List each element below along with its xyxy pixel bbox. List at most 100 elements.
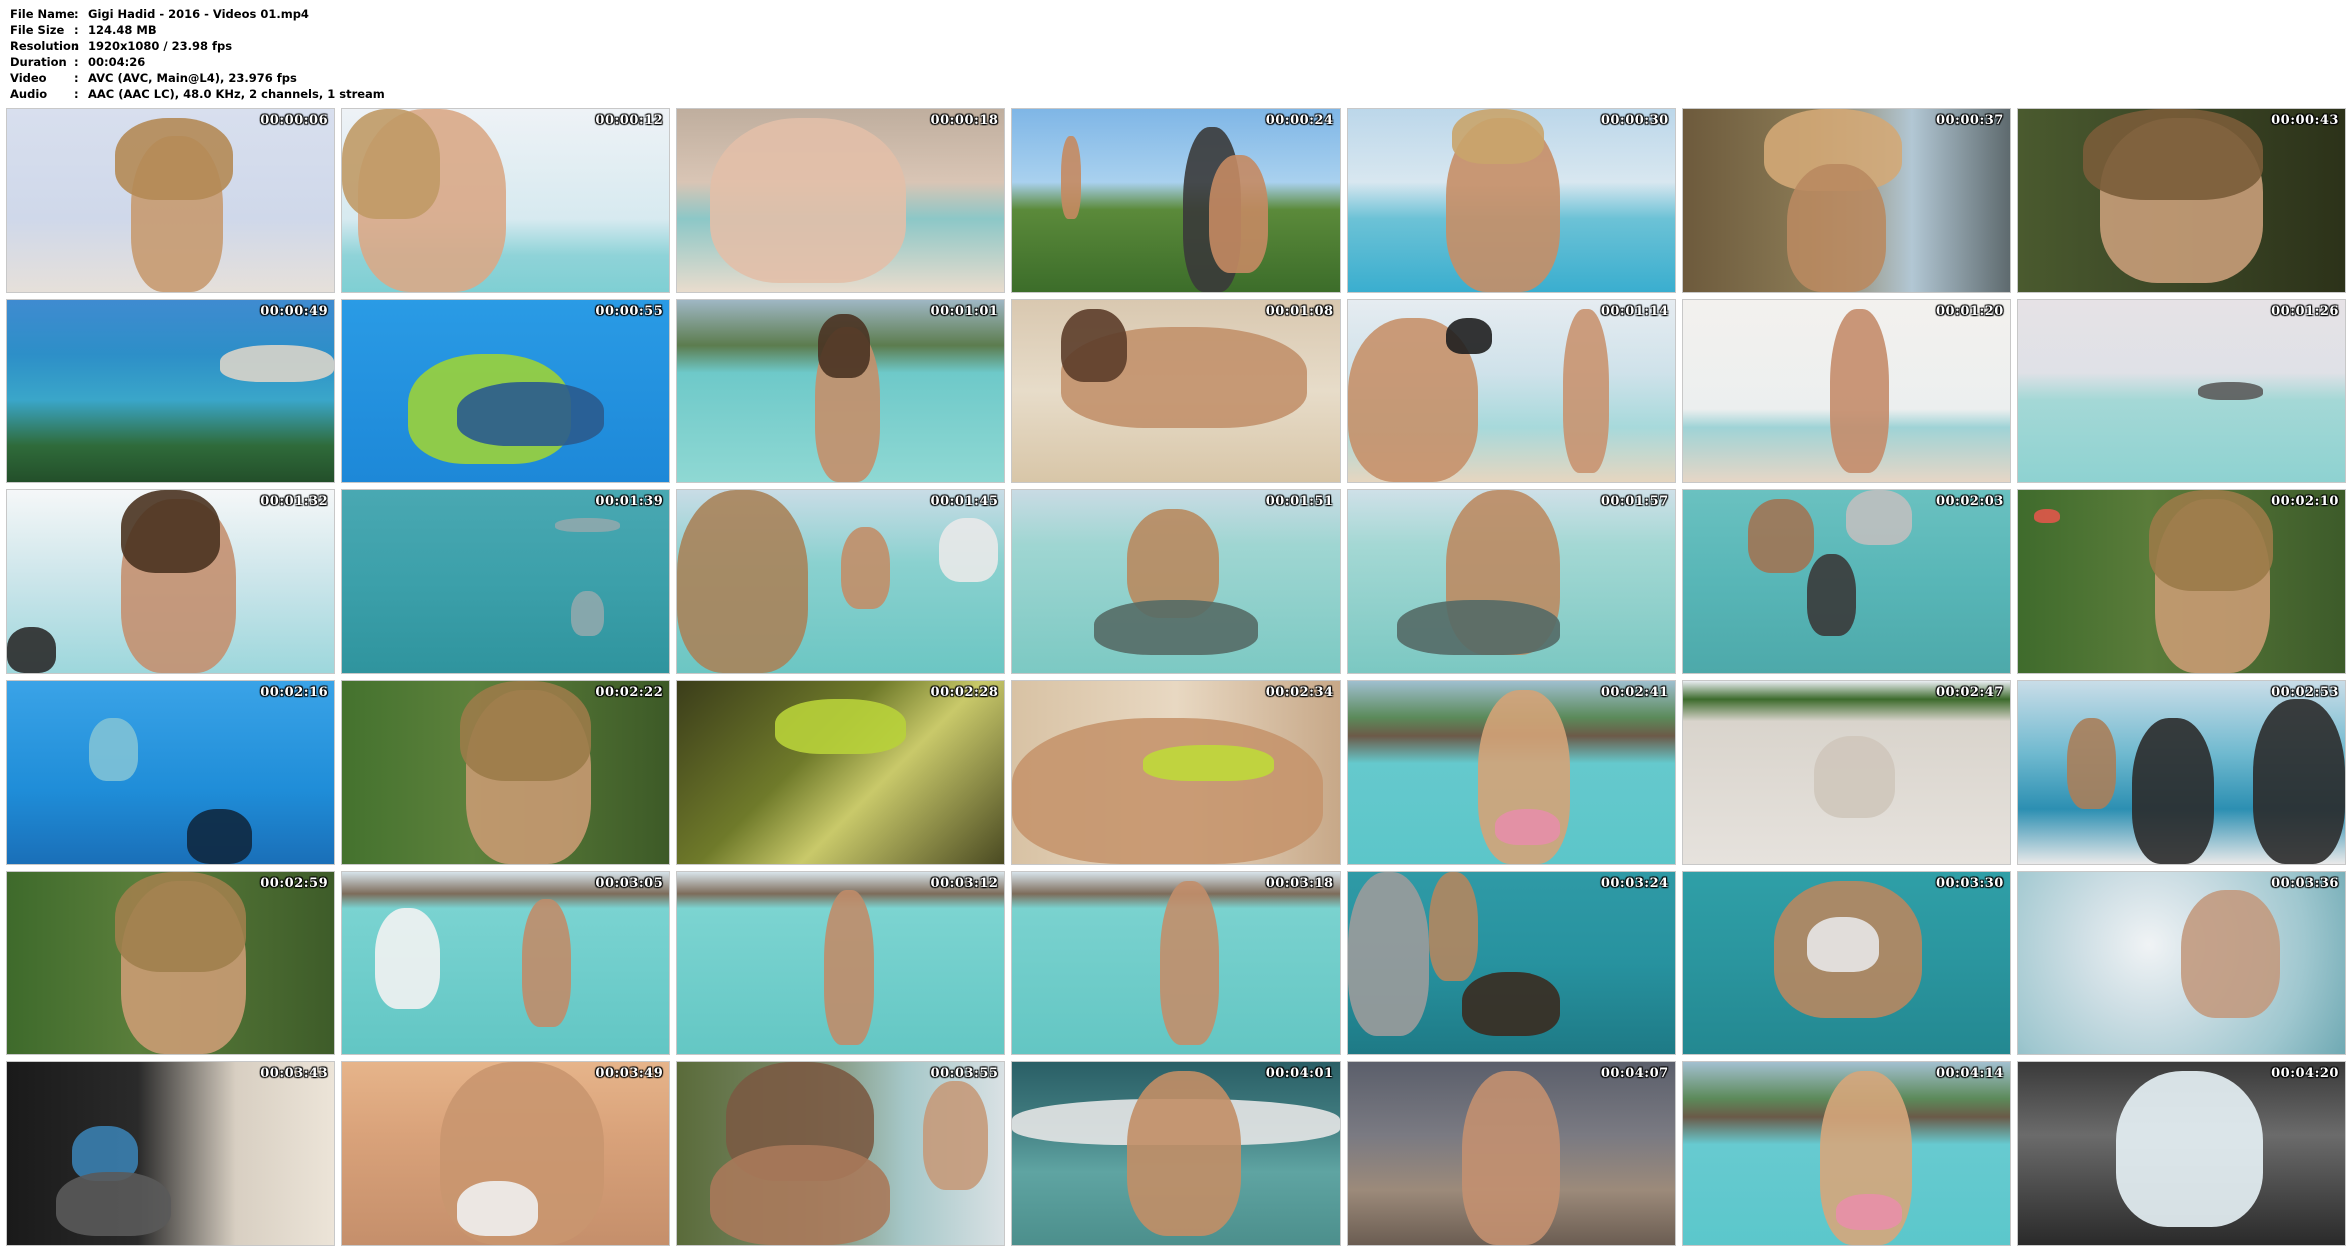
thumbnail-timestamp: 00:00:49: [260, 303, 329, 319]
video-thumbnail: 00:02:10: [2016, 489, 2346, 674]
thumbnail-subject-shape: [522, 899, 572, 1027]
video-thumbnail: 00:01:39: [341, 489, 671, 674]
info-value: 00:04:26: [88, 55, 146, 69]
video-thumbnail: 00:04:01: [1011, 1061, 1341, 1246]
thumbnail-subject-shape: [88, 717, 138, 782]
thumbnail-timestamp: 00:03:36: [2271, 875, 2339, 891]
info-separator: :: [74, 39, 79, 53]
info-value: Gigi Hadid - 2016 - Videos 01.mp4: [88, 7, 309, 21]
thumbnail-subject-shape: [1807, 554, 1857, 637]
thumbnail-subject-shape: [219, 345, 335, 382]
video-thumbnail: 00:02:34: [1011, 680, 1341, 865]
thumbnail-timestamp: 00:00:06: [260, 113, 329, 128]
video-thumbnail: 00:04:14: [1681, 1061, 2011, 1246]
thumbnail-timestamp: 00:02:16: [260, 685, 329, 700]
thumbnail-timestamp: 00:01:20: [1935, 303, 2004, 319]
info-value: AAC (AAC LC), 48.0 KHz, 2 channels, 1 st…: [88, 87, 385, 101]
thumbnail-subject-shape: [1462, 972, 1561, 1037]
thumbnail-timestamp: 00:02:10: [2271, 494, 2339, 510]
info-row: Resolution:1920x1080 / 23.98 fps: [10, 38, 385, 54]
thumbnail-subject-shape: [2115, 1071, 2264, 1227]
video-thumbnail: 00:01:32: [6, 489, 336, 674]
info-separator: :: [74, 7, 79, 21]
thumbnail-timestamp: 00:04:20: [2271, 1066, 2339, 1082]
info-key: Audio: [10, 87, 48, 101]
thumbnail-subject-shape: [554, 517, 621, 533]
thumbnail-subject-shape: [374, 908, 441, 1009]
thumbnail-timestamp: 00:01:26: [2271, 303, 2339, 319]
video-thumbnail: 00:01:26: [2016, 298, 2346, 484]
video-thumbnail: 00:00:24: [1011, 108, 1341, 293]
info-key: Video: [10, 71, 47, 85]
thumbnail-subject-shape: [1846, 490, 1912, 546]
video-thumbnail: 00:01:51: [1011, 489, 1341, 674]
thumbnail-subject-shape: [1829, 308, 1889, 474]
video-thumbnail: 00:01:01: [676, 298, 1006, 484]
thumbnail-subject-shape: [1494, 808, 1561, 846]
thumbnail-timestamp: 00:02:53: [2271, 685, 2339, 700]
thumbnail-subject-shape: [775, 699, 907, 755]
thumbnail-subject-shape: [1143, 744, 1275, 782]
info-key: Duration: [10, 55, 67, 69]
thumbnail-timestamp: 00:01:57: [1600, 494, 1669, 510]
info-value: AVC (AVC, Main@L4), 23.976 fps: [88, 71, 297, 85]
video-thumbnail: 00:02:16: [6, 680, 336, 865]
thumbnail-timestamp: 00:01:14: [1600, 303, 1669, 319]
video-thumbnail: 00:02:41: [1346, 680, 1676, 865]
thumbnail-timestamp: 00:01:08: [1265, 303, 1334, 319]
video-thumbnail: 00:02:47: [1681, 680, 2011, 865]
thumbnail-subject-shape: [2197, 381, 2264, 401]
thumbnail-timestamp: 00:03:05: [595, 875, 664, 891]
thumbnail-subject-shape: [840, 526, 890, 610]
thumbnail-subject-shape: [114, 118, 233, 201]
thumbnail-subject-shape: [922, 1080, 989, 1191]
thumbnail-timestamp: 00:03:30: [1935, 875, 2004, 891]
thumbnail-timestamp: 00:03:18: [1265, 875, 1334, 891]
video-thumbnail: 00:03:36: [2016, 870, 2346, 1056]
thumbnail-subject-shape: [1813, 735, 1896, 818]
thumbnail-subject-shape: [121, 490, 220, 573]
video-thumbnail: 00:03:55: [676, 1061, 1006, 1246]
thumbnail-subject-shape: [1396, 599, 1561, 655]
thumbnail-subject-shape: [114, 871, 246, 973]
thumbnail-timestamp: 00:02:03: [1935, 494, 2004, 510]
thumbnail-timestamp: 00:01:45: [930, 494, 999, 510]
thumbnail-timestamp: 00:03:49: [595, 1066, 664, 1082]
info-key: File Name: [10, 7, 75, 21]
video-thumbnail: 00:00:49: [6, 298, 336, 484]
thumbnail-subject-shape: [2132, 717, 2215, 864]
thumbnail-subject-shape: [1748, 499, 1814, 573]
thumbnail-subject-shape: [456, 381, 604, 446]
file-info-panel: File Name: Gigi Hadid - 2016 - Videos 01.…: [10, 6, 385, 102]
thumbnail-subject-shape: [938, 517, 998, 582]
thumbnail-subject-shape: [456, 1181, 539, 1236]
video-thumbnail: 00:00:43: [2016, 108, 2346, 293]
video-thumbnail: 00:01:08: [1011, 298, 1341, 484]
thumbnail-timestamp: 00:02:22: [595, 685, 664, 700]
thumbnail-subject-shape: [2253, 699, 2345, 864]
video-thumbnail: 00:03:49: [341, 1061, 671, 1246]
thumbnail-subject-shape: [1563, 308, 1610, 474]
thumbnail-timestamp: 00:03:55: [930, 1066, 999, 1082]
thumbnail-subject-shape: [1347, 871, 1430, 1037]
thumbnail-timestamp: 00:00:24: [1265, 113, 1334, 128]
video-thumbnail: 00:01:57: [1346, 489, 1676, 674]
thumbnail-subject-shape: [2083, 109, 2264, 201]
video-thumbnail: 00:02:53: [2016, 680, 2346, 865]
thumbnail-subject-shape: [571, 590, 604, 637]
video-thumbnail: 00:03:24: [1346, 870, 1676, 1056]
thumbnail-timestamp: 00:04:14: [1935, 1066, 2004, 1082]
thumbnail-timestamp: 00:01:32: [260, 494, 329, 510]
video-thumbnail: 00:01:20: [1681, 298, 2011, 484]
info-separator: :: [74, 87, 79, 101]
info-row: Audio: AAC (AAC LC), 48.0 KHz, 2 channels…: [10, 86, 385, 102]
info-key: Resolution: [10, 39, 80, 53]
video-thumbnail: 00:03:18: [1011, 870, 1341, 1056]
thumbnail-timestamp: 00:00:12: [595, 113, 664, 128]
thumbnail-subject-shape: [709, 1144, 890, 1245]
thumbnail-subject-shape: [817, 314, 871, 379]
info-row: File Name: Gigi Hadid - 2016 - Videos 01.…: [10, 6, 385, 22]
thumbnail-subject-shape: [2181, 889, 2280, 1018]
thumbnail-subject-shape: [1061, 308, 1127, 382]
video-thumbnail: 00:04:20: [2016, 1061, 2346, 1246]
